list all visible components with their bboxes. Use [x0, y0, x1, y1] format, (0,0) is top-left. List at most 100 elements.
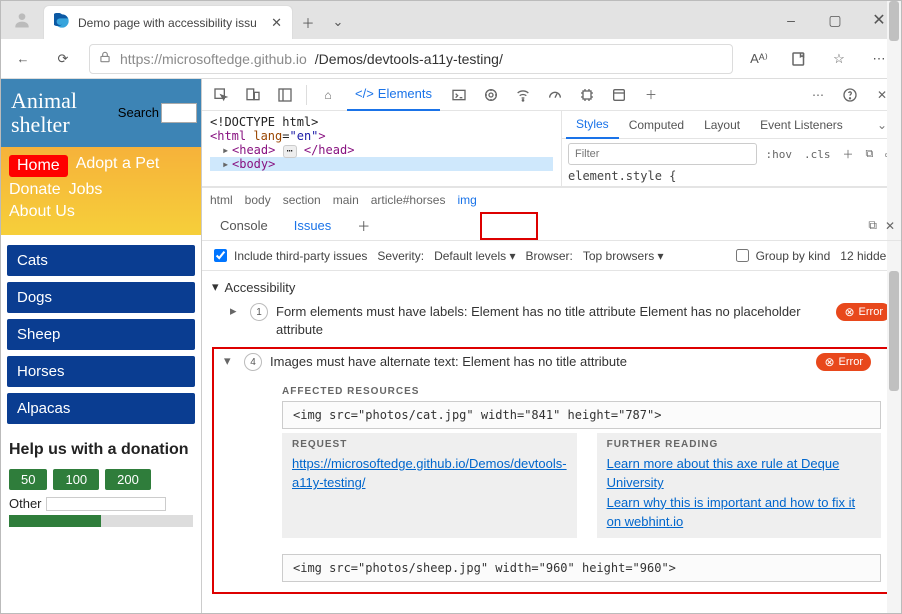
- affected-code[interactable]: <img src="photos/cat.jpg" width="841" he…: [282, 401, 881, 429]
- list-item[interactable]: Cats: [7, 245, 195, 276]
- issue-count-badge: 4: [244, 353, 262, 371]
- dom-tree[interactable]: <!DOCTYPE html> <html lang="en"> ▸<head>…: [202, 111, 561, 186]
- request-link[interactable]: https://microsoftedge.github.io/Demos/de…: [292, 456, 567, 491]
- inspect-icon[interactable]: [208, 82, 234, 108]
- chip-100[interactable]: 100: [53, 469, 99, 490]
- accessibility-section[interactable]: ▾ Accessibility: [202, 275, 901, 299]
- drawer-console-tab[interactable]: Console: [208, 211, 280, 241]
- profile-avatar[interactable]: [5, 3, 39, 37]
- donation-chips: 50 100 200: [1, 465, 201, 494]
- page-header: Animalshelter Search: [1, 79, 201, 147]
- cls-toggle[interactable]: .cls: [801, 148, 834, 161]
- site-logo: Animalshelter: [11, 89, 77, 137]
- nav-home[interactable]: Home: [9, 155, 68, 177]
- styles-pane: Styles Computed Layout Event Listeners ⌄…: [561, 111, 901, 186]
- search-label: Search: [118, 105, 159, 120]
- maximize-button[interactable]: ▢: [813, 1, 857, 39]
- affected-code[interactable]: <img src="photos/sheep.jpg" width="960" …: [282, 554, 881, 582]
- performance-icon[interactable]: [542, 82, 568, 108]
- severity-label: Severity:: [377, 249, 424, 263]
- nav-adopt[interactable]: Adopt a Pet: [76, 155, 160, 177]
- browser-dropdown[interactable]: Top browsers ▾: [583, 249, 664, 263]
- chip-50[interactable]: 50: [9, 469, 47, 490]
- devtools-top-strip: ⌂ </>Elements ＋ ⋯ ✕: [202, 79, 901, 111]
- address-bar[interactable]: https://microsoftedge.github.io/Demos/de…: [89, 44, 733, 74]
- hov-toggle[interactable]: :hov: [763, 148, 796, 161]
- more-tabs-button[interactable]: ＋: [638, 82, 664, 108]
- welcome-icon[interactable]: ⌂: [315, 82, 341, 108]
- nav-donate[interactable]: Donate: [9, 181, 61, 199]
- expand-icon[interactable]: ▸: [230, 303, 242, 319]
- memory-icon[interactable]: [574, 82, 600, 108]
- new-rule-icon[interactable]: ＋: [840, 146, 857, 162]
- issues-body[interactable]: ▾ Accessibility ▸ 1 Form elements must h…: [202, 271, 901, 613]
- other-label: Other: [9, 496, 42, 511]
- tab-overflow-icon[interactable]: ⌄: [323, 5, 353, 39]
- read-aloud-button[interactable]: Aᴬ⁾: [745, 45, 773, 73]
- group-toggle[interactable]: Group by kind: [732, 246, 831, 265]
- list-item[interactable]: Sheep: [7, 319, 195, 350]
- thirdparty-toggle[interactable]: Include third-party issues: [210, 246, 367, 265]
- list-item[interactable]: Dogs: [7, 282, 195, 313]
- sources-icon[interactable]: [478, 82, 504, 108]
- list-item[interactable]: Alpacas: [7, 393, 195, 424]
- issue-row[interactable]: ▸ 1 Form elements must have labels: Elem…: [202, 299, 901, 343]
- further-link-2[interactable]: Learn why this is important and how to f…: [607, 495, 856, 530]
- further-link-1[interactable]: Learn more about this axe rule at Deque …: [607, 456, 840, 491]
- browser-tab[interactable]: Demo page with accessibility issu ✕: [43, 5, 293, 39]
- application-icon[interactable]: [606, 82, 632, 108]
- site-nav: Home Adopt a Pet Donate Jobs About Us: [1, 147, 201, 235]
- window-controls: – ▢ ✕: [769, 1, 901, 39]
- console-tab-icon[interactable]: [446, 82, 472, 108]
- issue-text: Images must have alternate text: Element…: [270, 353, 808, 371]
- collections-button[interactable]: [785, 45, 813, 73]
- drawer-issues-tab[interactable]: Issues: [282, 211, 344, 241]
- new-tab-button[interactable]: ＋: [293, 5, 323, 39]
- chip-200[interactable]: 200: [105, 469, 151, 490]
- other-amount-row: Other: [1, 494, 201, 513]
- list-item[interactable]: Horses: [7, 356, 195, 387]
- more-tools-icon[interactable]: ⋯: [805, 82, 831, 108]
- issue-text: Form elements must have labels: Element …: [276, 303, 828, 339]
- refresh-button[interactable]: ⟳: [49, 45, 77, 73]
- drawer-tabs: Console Issues ＋ ⧉ ✕: [202, 211, 901, 241]
- tab-computed[interactable]: Computed: [619, 111, 694, 139]
- browser-label: Browser:: [526, 249, 573, 263]
- dom-breadcrumb[interactable]: html body section main article#horses im…: [202, 187, 901, 211]
- copy-styles-icon[interactable]: ⧉: [863, 147, 877, 161]
- animal-list: Cats Dogs Sheep Horses Alpacas: [1, 235, 201, 434]
- elements-tab[interactable]: </>Elements: [347, 79, 440, 111]
- help-icon[interactable]: [837, 82, 863, 108]
- tab-layout[interactable]: Layout: [694, 111, 750, 139]
- layout-icon[interactable]: [272, 82, 298, 108]
- style-decl: element.style {: [568, 169, 895, 183]
- favorites-button[interactable]: ☆: [825, 45, 853, 73]
- nav-about[interactable]: About Us: [9, 203, 75, 221]
- affected-resources-heading: AFFECTED RESOURCES: [282, 386, 881, 397]
- minimize-button[interactable]: –: [769, 1, 813, 39]
- doctype-line: <!DOCTYPE html>: [210, 115, 553, 129]
- nav-jobs[interactable]: Jobs: [69, 181, 103, 199]
- error-badge: Error: [836, 303, 891, 321]
- devtools-panel: ⌂ </>Elements ＋ ⋯ ✕ <!DOCTYPE html> <: [201, 79, 901, 613]
- collapse-icon[interactable]: ▾: [224, 353, 236, 369]
- issue-detail-highlight: ▾ 4 Images must have alternate text: Ele…: [212, 347, 893, 593]
- hidden-count: 12 hidden: [840, 249, 893, 263]
- drawer-toggle-icon[interactable]: ⧉: [868, 218, 877, 233]
- network-icon[interactable]: [510, 82, 536, 108]
- tab-events[interactable]: Event Listeners: [750, 111, 853, 139]
- lock-icon: [98, 50, 112, 67]
- progress-bar: [9, 515, 193, 527]
- tab-close-icon[interactable]: ✕: [271, 15, 282, 31]
- styles-filter-input[interactable]: [568, 143, 757, 165]
- drawer-add-tab[interactable]: ＋: [345, 211, 382, 241]
- search-input[interactable]: [161, 103, 197, 123]
- donate-heading: Help us with a donation: [1, 434, 201, 465]
- device-icon[interactable]: [240, 82, 266, 108]
- back-button[interactable]: ←: [9, 45, 37, 73]
- other-input[interactable]: [46, 497, 166, 511]
- scrollbar-issues[interactable]: [887, 271, 901, 613]
- severity-dropdown[interactable]: Default levels ▾: [434, 249, 515, 263]
- tab-styles[interactable]: Styles: [566, 111, 619, 139]
- drawer-close-icon[interactable]: ✕: [885, 219, 895, 233]
